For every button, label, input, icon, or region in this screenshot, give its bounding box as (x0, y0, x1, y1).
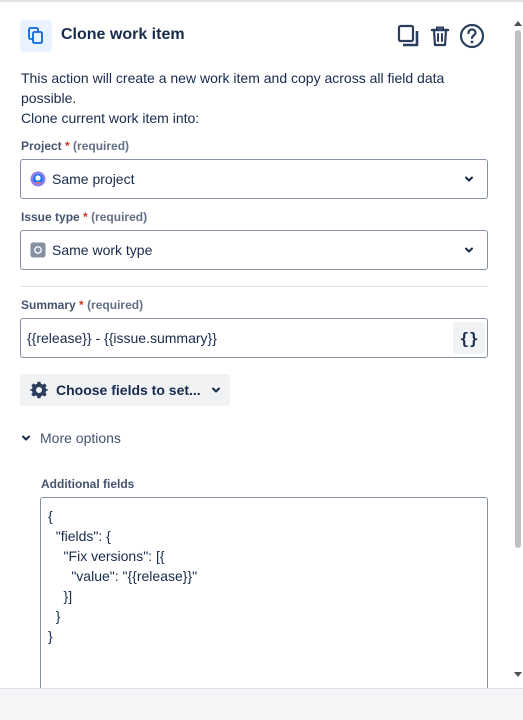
panel-title: Clone work item (61, 26, 185, 43)
summary-label-text: Summary (21, 298, 76, 312)
section-divider (20, 286, 488, 287)
description-subtext: Clone current work item into: (21, 110, 200, 126)
required-asterisk: * (83, 210, 88, 224)
more-options-toggle[interactable]: More options (20, 428, 121, 448)
issue-type-select-value: Same work type (52, 242, 153, 258)
required-asterisk: * (79, 298, 84, 312)
project-select[interactable]: Same project (20, 159, 488, 199)
help-button[interactable] (458, 22, 486, 50)
duplicate-button[interactable] (394, 22, 422, 50)
scroll-down-arrow-icon[interactable] (514, 672, 522, 678)
delete-button[interactable] (426, 22, 454, 50)
project-select-value: Same project (52, 171, 135, 187)
copy-icon (20, 20, 52, 52)
panel-footer (0, 688, 523, 720)
scroll-up-arrow-icon[interactable] (514, 20, 522, 26)
chevron-down-icon (22, 435, 30, 441)
issue-type-label: Issue type * (required) (21, 210, 147, 224)
gear-icon (30, 381, 48, 399)
panel-header: Clone work item (20, 20, 490, 54)
summary-field: {} (20, 318, 488, 358)
choose-fields-label: Choose fields to set... (56, 382, 201, 398)
summary-label: Summary * (required) (21, 298, 143, 312)
additional-fields-editor[interactable]: { "fields": { "Fix versions": [{ "value"… (40, 497, 488, 688)
action-config-panel: Clone work item This action will create … (0, 2, 512, 688)
duplicate-icon (397, 24, 419, 47)
required-text: (required) (91, 210, 148, 224)
required-text: (required) (87, 298, 144, 312)
help-icon (459, 23, 485, 49)
issue-type-select[interactable]: Same work type (20, 230, 488, 270)
work-type-icon (30, 242, 46, 258)
smart-value-button[interactable]: {} (453, 322, 485, 354)
project-label: Project * (required) (21, 139, 129, 153)
action-description: This action will create a new work item … (21, 68, 481, 128)
issue-type-label-text: Issue type (21, 210, 80, 224)
trash-icon (430, 26, 450, 47)
more-options-label: More options (40, 430, 121, 446)
summary-input[interactable] (27, 328, 447, 348)
additional-fields-label: Additional fields (41, 477, 135, 491)
braces-icon: {} (459, 328, 479, 348)
chevron-down-icon (211, 387, 220, 393)
description-text: This action will create a new work item … (21, 70, 445, 106)
scrollbar-thumb[interactable] (515, 30, 521, 548)
required-text: (required) (73, 139, 130, 153)
choose-fields-button[interactable]: Choose fields to set... (20, 374, 230, 406)
chevron-down-icon (465, 176, 473, 182)
required-asterisk: * (65, 139, 70, 153)
project-label-text: Project (21, 139, 62, 153)
chevron-down-icon (465, 247, 473, 253)
project-avatar-icon (30, 171, 46, 187)
